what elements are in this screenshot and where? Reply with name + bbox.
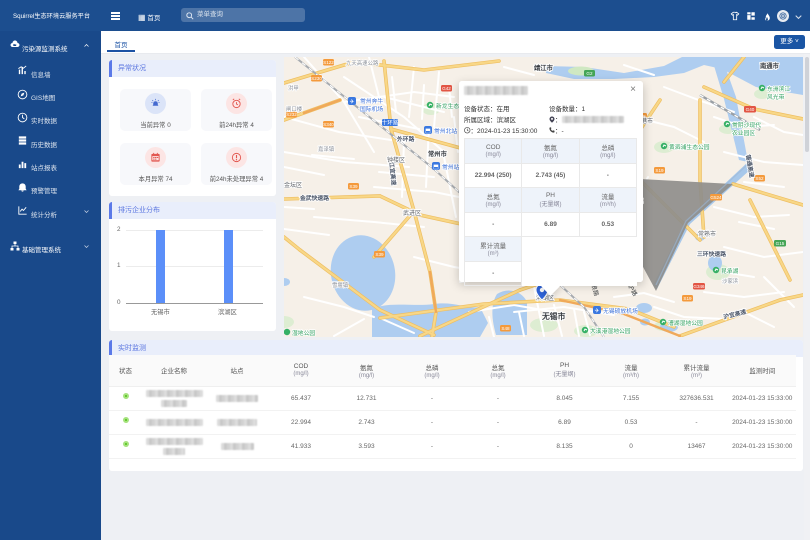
svg-text:G524: G524 xyxy=(710,195,722,200)
svg-text:昆承湖: 昆承湖 xyxy=(721,267,739,275)
svg-text:常州站: 常州站 xyxy=(442,163,460,171)
svg-text:九天高速公路: 九天高速公路 xyxy=(346,59,379,67)
svg-text:G40: G40 xyxy=(746,107,755,112)
svg-text:常熟市: 常熟市 xyxy=(698,230,716,238)
svg-text:✈: ✈ xyxy=(349,99,354,106)
svg-text:嘉泽镇: 嘉泽镇 xyxy=(318,145,335,153)
svg-text:沙家浜: 沙家浜 xyxy=(722,277,739,285)
svg-text:金坛区: 金坛区 xyxy=(284,181,302,189)
svg-text:大溪港湿地公园: 大溪港湿地公园 xyxy=(590,327,631,335)
svg-text:⬒: ⬒ xyxy=(433,165,439,171)
svg-text:洪甲: 洪甲 xyxy=(288,84,299,92)
svg-text:S19: S19 xyxy=(683,296,692,301)
svg-text:十环路: 十环路 xyxy=(382,119,399,127)
svg-text:外环路: 外环路 xyxy=(397,135,415,143)
svg-text:S52: S52 xyxy=(755,176,764,181)
svg-text:东洲滨江: 东洲滨江 xyxy=(767,85,790,93)
svg-text:S39: S39 xyxy=(349,184,358,189)
svg-text:漕湖湿地公园: 漕湖湿地公园 xyxy=(668,319,703,327)
svg-text:国际机场: 国际机场 xyxy=(360,105,383,113)
svg-text:S19: S19 xyxy=(655,168,664,173)
svg-text:常州北站: 常州北站 xyxy=(434,127,457,135)
svg-text:湿地公园: 湿地公园 xyxy=(292,329,315,337)
svg-text:常州市: 常州市 xyxy=(428,149,448,158)
svg-text:S230: S230 xyxy=(311,76,322,81)
svg-text:三环快速路: 三环快速路 xyxy=(697,250,726,258)
svg-text:G346: G346 xyxy=(693,284,705,289)
svg-text:武进区: 武进区 xyxy=(403,209,421,217)
svg-text:靖江市: 靖江市 xyxy=(534,63,554,72)
svg-text:✈: ✈ xyxy=(594,308,599,315)
svg-text:S122: S122 xyxy=(323,60,334,65)
svg-text:南通市: 南通市 xyxy=(760,61,780,70)
svg-text:风光带: 风光带 xyxy=(767,93,785,101)
svg-text:常阴沙现代: 常阴沙现代 xyxy=(732,121,761,129)
svg-text:无锡硕放机场: 无锡硕放机场 xyxy=(603,307,638,315)
svg-text:S48: S48 xyxy=(501,326,510,331)
svg-text:G15: G15 xyxy=(776,241,785,246)
svg-text:闸口楼: 闸口楼 xyxy=(286,105,303,113)
svg-text:常州奔牛: 常州奔牛 xyxy=(360,97,383,105)
svg-text:黄泗浦生态公园: 黄泗浦生态公园 xyxy=(669,143,710,151)
svg-text:无锡市: 无锡市 xyxy=(541,311,566,321)
svg-text:G2: G2 xyxy=(586,71,593,76)
svg-text:S340: S340 xyxy=(323,122,334,127)
svg-text:S39: S39 xyxy=(375,252,384,257)
svg-text:农业园区: 农业园区 xyxy=(732,129,755,137)
svg-text:金武快速路: 金武快速路 xyxy=(299,194,329,202)
svg-text:雪堰镇: 雪堰镇 xyxy=(332,281,349,289)
svg-text:G42: G42 xyxy=(442,86,451,91)
svg-text:⬒: ⬒ xyxy=(425,129,431,135)
